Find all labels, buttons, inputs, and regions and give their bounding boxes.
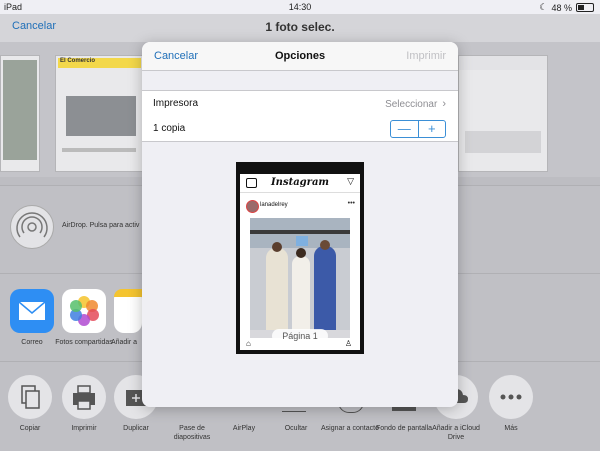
- printer-icon[interactable]: [62, 375, 106, 419]
- action-label: Fondo de pantalla: [375, 425, 433, 432]
- profile-icon: ♙: [344, 339, 352, 348]
- airdrop-text: AirDrop. Pulsa para activ: [62, 222, 140, 229]
- page-preview[interactable]: Instagram ▽ lanadelrey ••• ⌂ ♙: [236, 162, 364, 354]
- battery-label: 48 %: [551, 2, 572, 13]
- photo-thumbnail[interactable]: El Comercio: [55, 55, 144, 172]
- clock: 14:30: [288, 2, 312, 12]
- post-photo: [250, 218, 350, 342]
- action-label: Duplicar: [123, 425, 149, 432]
- decrement-button[interactable]: —: [391, 121, 418, 137]
- photo-thumbnail[interactable]: [0, 55, 40, 172]
- page-number-label: Página 1: [272, 329, 328, 343]
- avatar: [246, 200, 259, 213]
- home-icon: ⌂: [246, 339, 251, 348]
- increment-button[interactable]: +: [417, 121, 446, 137]
- copies-row: 1 copia — +: [142, 116, 458, 142]
- photo-thumbnail[interactable]: [458, 55, 548, 172]
- action-label: Añadir a iCloud Drive: [432, 425, 480, 441]
- printer-label: Impresora: [153, 98, 199, 109]
- app-label: Añadir a: [110, 339, 138, 346]
- status-bar: iPad 14:30 ☾ 48 %: [0, 0, 600, 14]
- action-label: Ocultar: [284, 425, 308, 432]
- action-label: AirPlay: [232, 425, 256, 432]
- action-label: Pase de diapositivas: [173, 425, 211, 441]
- app-label: Correo: [21, 339, 43, 346]
- action-label: Más: [504, 425, 518, 432]
- battery-icon: [576, 3, 594, 12]
- moon-icon: ☾: [539, 2, 548, 12]
- preview-screen: Instagram ▽ lanadelrey ••• ⌂ ♙: [240, 174, 360, 350]
- airdrop-icon[interactable]: [10, 205, 54, 249]
- send-icon: ▽: [347, 176, 354, 186]
- instagram-logo: Instagram: [271, 177, 329, 188]
- action-label: Imprimir: [71, 425, 97, 432]
- print-button[interactable]: Imprimir: [406, 50, 446, 62]
- preview-topbar: Instagram ▽: [240, 174, 360, 193]
- copies-stepper[interactable]: — +: [390, 120, 446, 138]
- photos-icon[interactable]: [62, 289, 106, 333]
- mail-icon[interactable]: [10, 289, 54, 333]
- share-sheet-title: 1 foto selec.: [265, 20, 335, 34]
- printer-select[interactable]: Seleccionar ›: [385, 98, 446, 110]
- printer-value: Seleccionar: [385, 98, 438, 110]
- copies-label: 1 copia: [153, 123, 186, 134]
- action-label: Asignar a contacto: [321, 425, 379, 432]
- copy-icon[interactable]: [8, 375, 52, 419]
- more-icon[interactable]: [489, 375, 533, 419]
- printer-row[interactable]: Impresora Seleccionar ›: [142, 90, 458, 117]
- chevron-right-icon: ›: [442, 98, 446, 110]
- post-username: lanadelrey: [260, 202, 288, 208]
- status-right: ☾ 48 %: [539, 2, 594, 13]
- thumbnail-site-name: El Comercio: [60, 58, 96, 64]
- action-label: Copiar: [19, 425, 41, 432]
- more-icon: •••: [347, 200, 355, 207]
- notes-icon[interactable]: [114, 289, 142, 333]
